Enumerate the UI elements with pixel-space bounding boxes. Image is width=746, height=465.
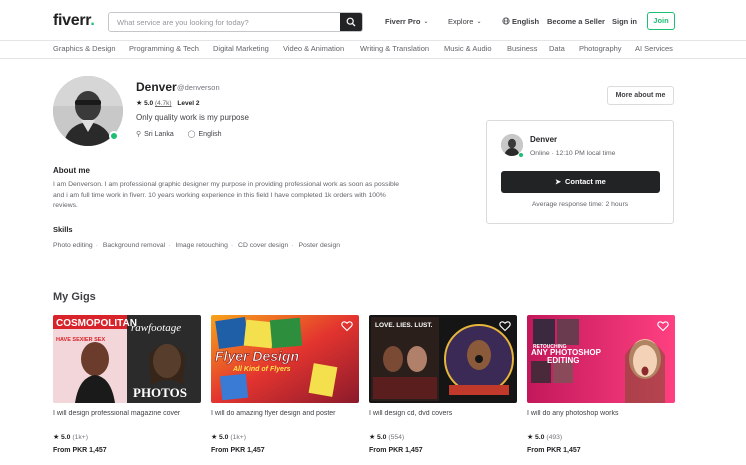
join-button[interactable]: Join — [647, 12, 675, 30]
category-music-audio[interactable]: Music & Audio — [444, 44, 492, 53]
online-status-dot — [518, 152, 524, 158]
star-icon: ★ — [136, 100, 143, 107]
location-pin-icon: ⚲ — [136, 131, 142, 138]
skill-item: CD cover design — [238, 242, 289, 249]
heart-icon[interactable] — [657, 320, 669, 332]
gig-image-text: HAVE SEXIER SEX — [56, 337, 105, 343]
gig-rating: ★ 5.0 (1k+) — [211, 434, 247, 441]
more-about-me-button[interactable]: More about me — [607, 86, 674, 105]
heart-icon[interactable] — [341, 320, 353, 332]
gig-image-text: PHOTOS — [133, 385, 187, 400]
gig-image-text: EDITING — [547, 356, 579, 365]
heart-icon[interactable] — [499, 320, 511, 332]
gig-price: From PKR 1,457 — [211, 447, 265, 454]
skill-item: Background removal — [102, 242, 166, 249]
category-data[interactable]: Data — [549, 44, 565, 53]
skill-item: Photo editing — [53, 242, 93, 249]
contact-status: Online · 12:10 PM local time — [530, 150, 616, 157]
chat-bubble-icon: ◯ — [187, 131, 196, 138]
search-icon — [346, 17, 356, 27]
seller-meta: ⚲ Sri Lanka ◯ English — [136, 130, 221, 138]
gig-price: From PKR 1,457 — [369, 447, 423, 454]
nav-become-seller[interactable]: Become a Seller — [547, 17, 605, 26]
contact-name: Denver — [530, 135, 558, 144]
category-divider — [0, 58, 746, 59]
gig-thumbnail[interactable]: Flyer Design All Kind of Flyers — [211, 315, 359, 403]
nav-language[interactable]: English — [502, 17, 539, 26]
category-writing-translation[interactable]: Writing & Translation — [360, 44, 429, 53]
category-video-animation[interactable]: Video & Animation — [283, 44, 344, 53]
gig-image-text: rawfootage — [131, 322, 181, 334]
category-business[interactable]: Business — [507, 44, 537, 53]
skill-item: Poster design — [298, 242, 340, 249]
contact-me-button[interactable]: ➤ Contact me — [501, 171, 660, 193]
average-response-time: Average response time: 2 hours — [531, 201, 629, 208]
gig-price: From PKR 1,457 — [527, 447, 581, 454]
gig-title[interactable]: I will do any photoshop works — [527, 410, 675, 417]
seller-rating: ★ 5.0 (4.7k) Level 2 — [136, 100, 200, 107]
category-ai-services[interactable]: AI Services — [635, 44, 673, 53]
category-graphics-design[interactable]: Graphics & Design — [53, 44, 116, 53]
category-programming-tech[interactable]: Programming & Tech — [129, 44, 199, 53]
nav-sign-in[interactable]: Sign in — [612, 17, 637, 26]
top-header: fiverr. Fiverr Pro⌄ Explore⌄ English Bec… — [0, 0, 746, 42]
seller-language: English — [198, 131, 222, 138]
search-bar — [108, 12, 363, 32]
search-button[interactable] — [340, 13, 362, 31]
seller-tagline: Only quality work is my purpose — [136, 113, 249, 122]
contact-card: Denver Online · 12:10 PM local time ➤ Con… — [486, 120, 674, 224]
gig-image-text: LOVE. LIES. LUST. — [375, 322, 433, 329]
online-status-dot — [109, 131, 119, 141]
my-gigs-heading: My Gigs — [53, 291, 96, 303]
chevron-down-icon: ⌄ — [476, 19, 482, 25]
gig-title[interactable]: I will design cd, dvd covers — [369, 410, 517, 417]
gig-image-text: All Kind of Flyers — [232, 366, 291, 373]
send-icon: ➤ — [555, 179, 562, 186]
gig-image-text: Flyer Design — [215, 348, 299, 364]
fiverr-logo[interactable]: fiverr. — [53, 12, 95, 30]
gig-title[interactable]: I will design professional magazine cove… — [53, 410, 201, 417]
gig-price: From PKR 1,457 — [53, 447, 107, 454]
gig-rating: ★ 5.0 (554) — [369, 434, 405, 441]
about-heading: About me — [53, 166, 90, 175]
skills-heading: Skills — [53, 225, 73, 234]
gig-thumbnail[interactable]: RETOUCHING ANY PHOTOSHOP EDITING — [527, 315, 675, 403]
seller-name: Denver — [136, 80, 177, 94]
seller-country: Sri Lanka — [144, 131, 174, 138]
category-photography[interactable]: Photography — [579, 44, 622, 53]
seller-username: @denverson — [177, 83, 220, 92]
skills-list: Photo editing · Background removal · Image… — [53, 242, 340, 249]
nav-explore[interactable]: Explore ⌄ — [448, 17, 481, 26]
gig-thumbnail[interactable]: LOVE. LIES. LUST. — [369, 315, 517, 403]
gig-rating: ★ 5.0 (493) — [527, 434, 563, 441]
reviews-link[interactable]: (4.7k) — [155, 100, 172, 107]
category-digital-marketing[interactable]: Digital Marketing — [213, 44, 269, 53]
globe-icon — [502, 17, 510, 25]
about-text: I am Denverson. I am professional graphi… — [53, 181, 400, 209]
gig-thumbnail[interactable]: COSMOPOLITAN HAVE SEXIER SEX rawfootage … — [53, 315, 201, 403]
gig-rating: ★ 5.0 (1k+) — [53, 434, 89, 441]
chevron-down-icon: ⌄ — [423, 19, 429, 25]
nav-fiverr-pro[interactable]: Fiverr Pro ⌄ — [385, 17, 428, 26]
header-divider — [0, 40, 746, 41]
seller-level: Level 2 — [177, 100, 200, 107]
gig-image-text: COSMOPOLITAN — [56, 318, 137, 329]
search-input[interactable] — [109, 13, 341, 31]
gig-title[interactable]: I will do amazing flyer design and poste… — [211, 410, 359, 417]
skill-item: Image retouching — [175, 242, 228, 249]
